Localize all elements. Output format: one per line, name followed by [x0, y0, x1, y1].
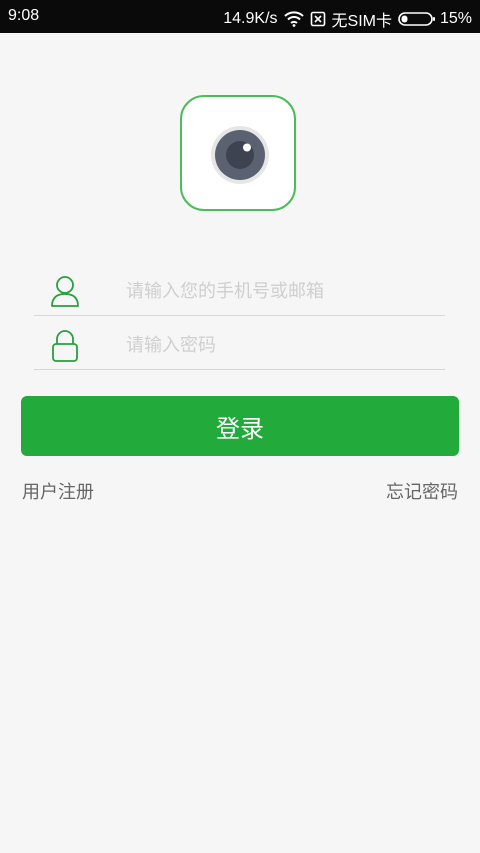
camera-lens-icon: [211, 126, 269, 184]
network-speed: 14.9K/s: [223, 10, 278, 27]
forgot-password-link[interactable]: 忘记密码: [386, 478, 458, 504]
no-sim-icon: [310, 11, 326, 27]
register-link[interactable]: 用户注册: [22, 478, 94, 504]
login-button[interactable]: 登录: [21, 396, 459, 456]
battery-icon: [398, 11, 436, 27]
status-indicators: 14.9K/s 无SIM卡 15%: [223, 7, 472, 31]
password-field: [34, 323, 445, 370]
account-input[interactable]: [126, 269, 426, 313]
lock-icon: [50, 329, 80, 367]
password-input[interactable]: [126, 323, 426, 367]
wifi-icon: [283, 11, 304, 27]
battery-indicator: 15%: [398, 10, 472, 28]
battery-percent: 15%: [439, 10, 472, 27]
sim-status: 无SIM卡: [331, 13, 392, 30]
status-time: 9:08: [8, 7, 40, 24]
user-icon: [50, 275, 80, 311]
status-bar: 9:08 14.9K/s 无SIM卡 15%: [0, 0, 480, 33]
app-logo: [180, 95, 296, 211]
account-field: [34, 269, 445, 316]
